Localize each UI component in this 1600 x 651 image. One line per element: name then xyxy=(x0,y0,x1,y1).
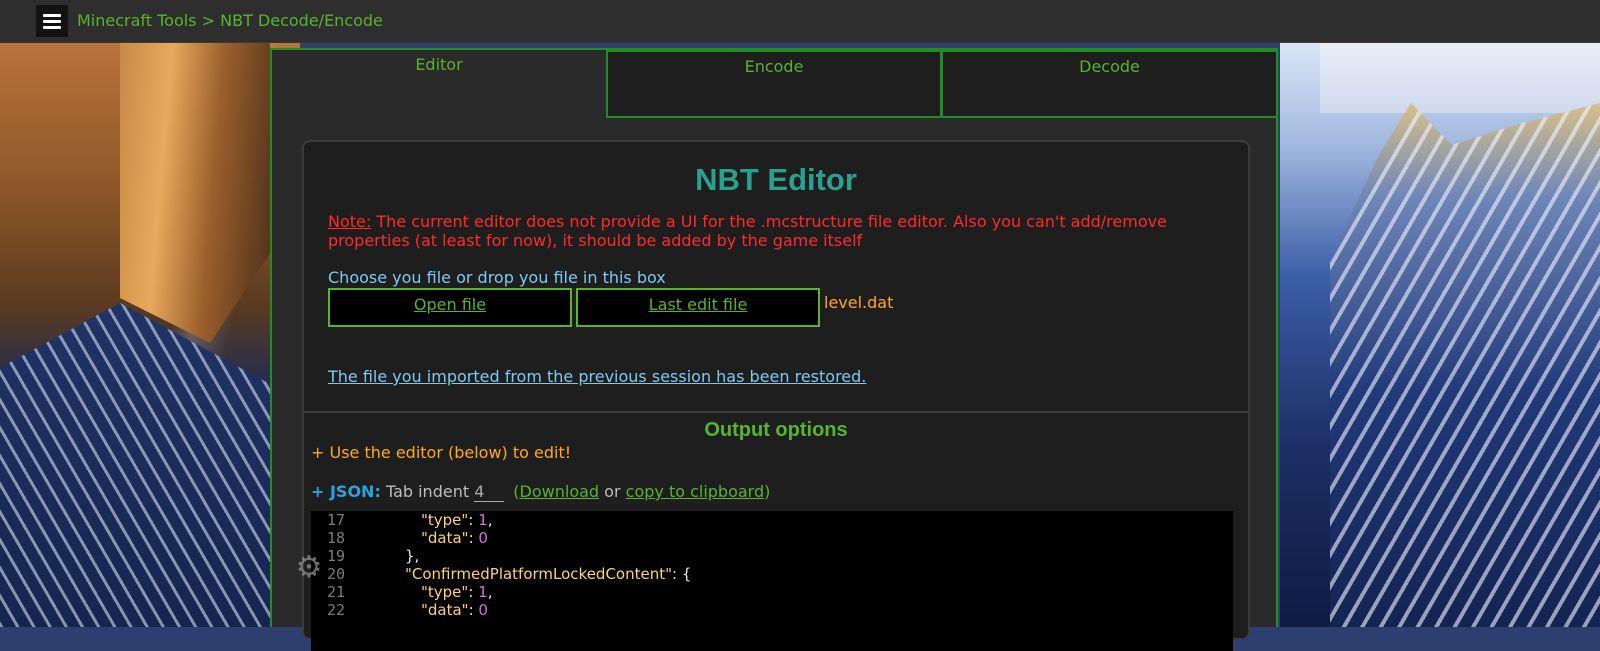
code-value: 1 xyxy=(478,511,488,529)
download-link[interactable]: Download xyxy=(520,482,600,501)
section-divider xyxy=(304,411,1248,413)
note-label: Note: xyxy=(328,212,372,231)
code-punct: { xyxy=(681,565,692,583)
open-file-button[interactable]: Open file xyxy=(328,288,572,327)
line-number: 22 xyxy=(326,601,345,619)
last-edit-file-button[interactable]: Last edit file xyxy=(576,288,820,327)
code-value: 1 xyxy=(478,583,488,601)
json-label: + JSON: xyxy=(311,482,381,501)
code-key: "data" xyxy=(421,529,469,547)
tab-indent-label: Tab indent xyxy=(385,482,470,501)
code-line: 21 "type": 1, xyxy=(311,583,1233,601)
breadcrumb[interactable]: Minecraft Tools > NBT Decode/Encode xyxy=(77,11,383,30)
tab-decode[interactable]: Decode xyxy=(941,50,1278,118)
json-code-editor[interactable]: 17 "type": 1, 18 "data": 0 19}, 20 "Confirm… xyxy=(311,511,1233,651)
code-value: 0 xyxy=(478,601,488,619)
line-number: 21 xyxy=(326,583,345,601)
editor-card: NBT Editor Note: The current editor does… xyxy=(302,140,1250,651)
tab-editor[interactable]: Editor xyxy=(272,50,606,118)
line-number: 18 xyxy=(326,529,345,547)
json-options-row: + JSON: Tab indent 4 (Download or copy t… xyxy=(311,482,770,502)
output-options-title: Output options xyxy=(704,419,848,441)
gear-icon[interactable]: ⚙ xyxy=(293,552,325,584)
tab-encode[interactable]: Encode xyxy=(606,50,942,118)
tab-indent-input[interactable]: 4 xyxy=(474,482,505,502)
code-key: "ConfirmedPlatformLockedContent" xyxy=(405,565,673,583)
copy-to-clipboard-link[interactable]: copy to clipboard xyxy=(626,482,765,501)
code-key: "type" xyxy=(421,583,469,601)
file-drop-instructions: Choose you file or drop you file in this… xyxy=(328,268,666,287)
background-right-sky xyxy=(1320,43,1600,113)
code-punct: , xyxy=(487,511,493,529)
code-line: 19}, xyxy=(311,547,1233,565)
code-punct: }, xyxy=(405,547,420,565)
code-line: 17 "type": 1, xyxy=(311,511,1233,529)
note-text: Note: The current editor does not provid… xyxy=(328,212,1228,250)
code-line: 22 "data": 0 xyxy=(311,601,1233,619)
top-header: Minecraft Tools > NBT Decode/Encode xyxy=(0,0,1600,43)
main-panel: Editor Encode Decode NBT Editor Note: Th… xyxy=(270,48,1278,651)
page-title: NBT Editor xyxy=(695,162,857,197)
background-right-peak xyxy=(1330,103,1600,627)
code-line: 18 "data": 0 xyxy=(311,529,1233,547)
current-filename: level.dat xyxy=(824,293,894,312)
tab-bar: Editor Encode Decode xyxy=(272,50,1278,118)
code-key: "data" xyxy=(421,601,469,619)
close-paren: ) xyxy=(764,482,771,501)
note-body: The current editor does not provide a UI… xyxy=(328,212,1167,250)
hamburger-menu-icon[interactable] xyxy=(36,5,68,37)
code-key: "type" xyxy=(421,511,469,529)
code-punct: , xyxy=(487,583,493,601)
use-editor-hint: + Use the editor (below) to edit! xyxy=(311,443,572,462)
session-restored-link[interactable]: The file you imported from the previous … xyxy=(328,367,866,386)
code-line: 20 "ConfirmedPlatformLockedContent": { xyxy=(311,565,1233,583)
code-value: 0 xyxy=(478,529,488,547)
line-number: 17 xyxy=(326,511,345,529)
or-text: or xyxy=(604,482,621,501)
